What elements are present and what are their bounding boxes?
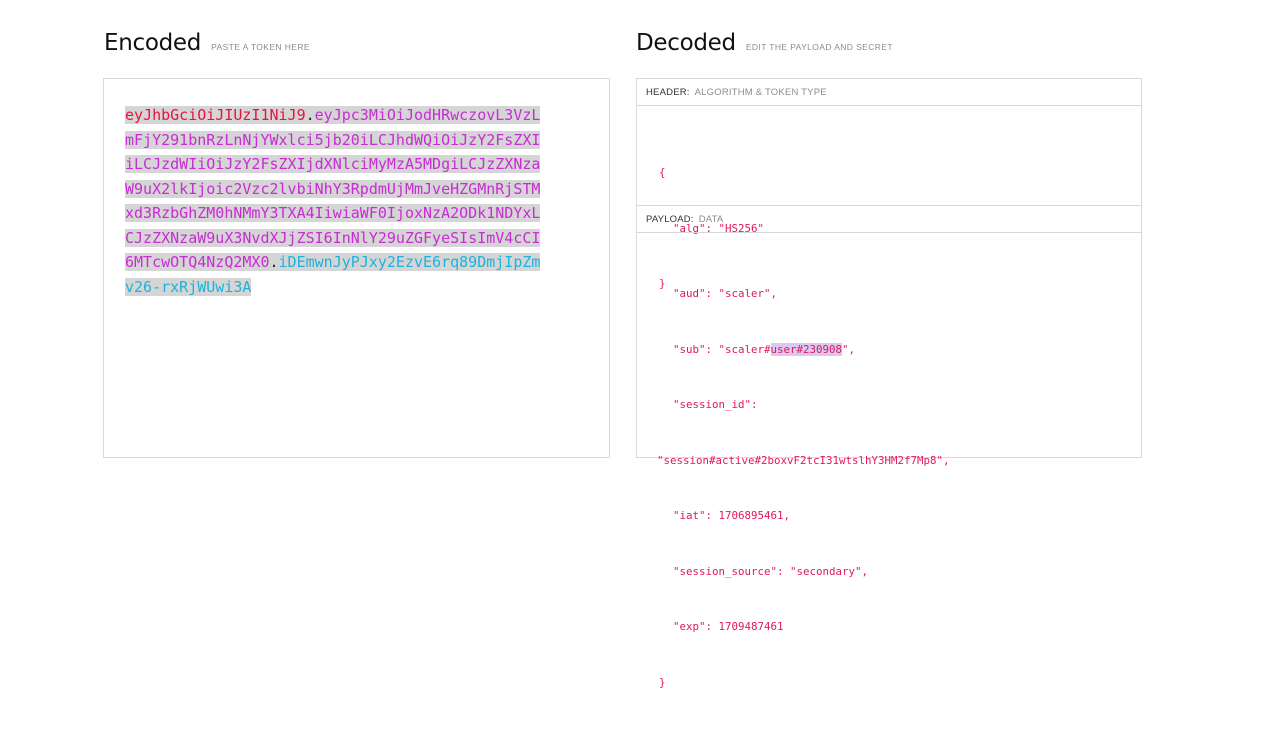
token-dot-separator: .	[269, 253, 279, 271]
encoded-token-editor[interactable]: eyJhbGciOiJIUzI1NiJ9.eyJpc3MiOiJodHRwczo…	[103, 78, 610, 458]
json-line-sub: "sub": "scaler#user#230908",	[659, 341, 1141, 360]
sub-value-prefix: "sub": "scaler#	[673, 342, 771, 356]
encoded-heading: Encoded PASTE A TOKEN HERE	[104, 30, 310, 56]
decoded-panel: HEADER: ALGORITHM & TOKEN TYPE { "alg": …	[636, 78, 1142, 689]
payload-json-editor[interactable]: "aud": "scaler", "sub": "scaler#user#230…	[637, 248, 1141, 729]
json-line-aud: "aud": "scaler",	[673, 287, 778, 300]
token-header-segment: eyJhbGciOiJIUzI1NiJ9	[125, 106, 306, 124]
sub-value-suffix: ",	[842, 342, 856, 356]
json-line-iat: "iat": 1706895461,	[673, 509, 791, 522]
encoded-subtitle: PASTE A TOKEN HERE	[211, 42, 310, 52]
payload-section-label: PAYLOAD: DATA	[637, 205, 1141, 233]
json-line-session-id-value: "session#active#2boxvF2tcI31wtslhY3HM2f7…	[657, 453, 950, 467]
json-line-session-source: "session_source": "secondary",	[673, 564, 869, 578]
json-line-exp: "exp": 1709487461	[673, 620, 784, 633]
header-label: HEADER:	[646, 86, 690, 98]
header-section-label: HEADER: ALGORITHM & TOKEN TYPE	[637, 79, 1141, 106]
encoded-title: Encoded	[104, 30, 202, 56]
header-sublabel: ALGORITHM & TOKEN TYPE	[694, 86, 827, 98]
token-dot-separator: .	[305, 106, 315, 124]
payload-sublabel: DATA	[698, 213, 724, 225]
decoded-heading: Decoded EDIT THE PAYLOAD AND SECRET	[636, 30, 893, 56]
decoded-title: Decoded	[636, 30, 736, 56]
json-brace-close: }	[659, 675, 666, 689]
token-payload-segment: eyJpc3MiOiJodHRwczovL3VzLmFjY291bnRzLnNj…	[125, 106, 541, 271]
sub-value-selection: user#230908	[770, 342, 843, 356]
encoded-token-text[interactable]: eyJhbGciOiJIUzI1NiJ9.eyJpc3MiOiJodHRwczo…	[125, 103, 545, 299]
json-line-session-id-key: "session_id":	[673, 398, 758, 411]
payload-label: PAYLOAD:	[646, 213, 694, 225]
decoded-subtitle: EDIT THE PAYLOAD AND SECRET	[745, 42, 893, 52]
json-brace-open: {	[659, 166, 666, 179]
